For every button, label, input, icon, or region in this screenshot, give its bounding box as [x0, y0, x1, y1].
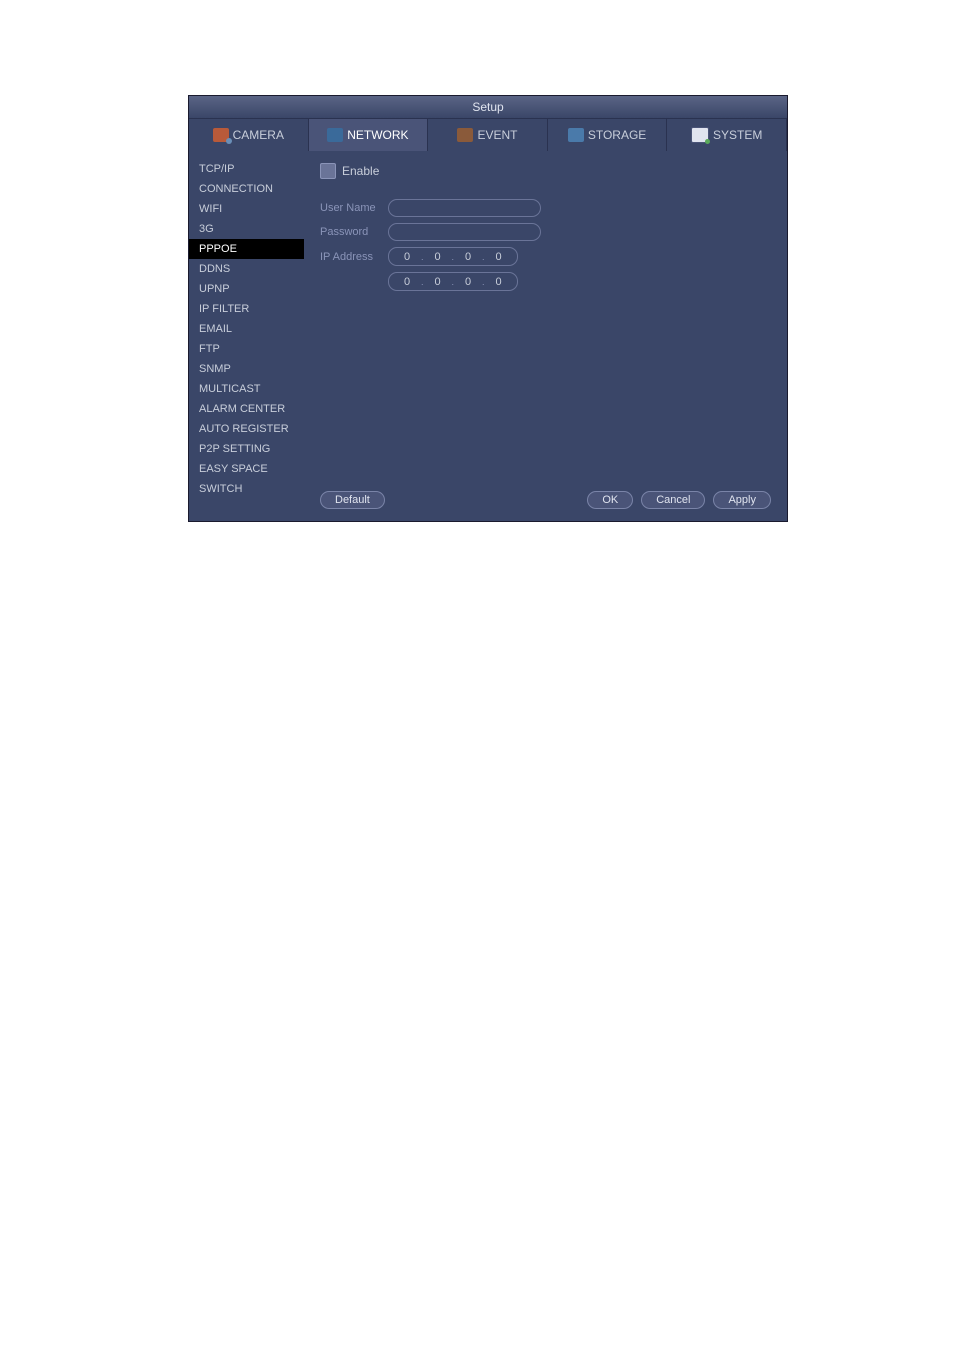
sidebar-item-wifi[interactable]: WIFI: [189, 199, 304, 219]
network-icon: [327, 128, 343, 142]
password-input[interactable]: [388, 223, 541, 241]
username-row: User Name: [320, 199, 771, 217]
sidebar-item-ftp[interactable]: FTP: [189, 339, 304, 359]
ip1-octet4[interactable]: 0: [487, 251, 511, 263]
window-title: Setup: [189, 96, 787, 119]
ip-dot: .: [421, 277, 424, 287]
button-group-right: OK Cancel Apply: [587, 491, 771, 509]
sidebar-item-alarmcenter[interactable]: ALARM CENTER: [189, 399, 304, 419]
password-row: Password: [320, 223, 771, 241]
sidebar-item-pppoe[interactable]: PPPOE: [189, 239, 304, 259]
sidebar-item-p2p[interactable]: P2P SETTING: [189, 439, 304, 459]
sidebar-item-multicast[interactable]: MULTICAST: [189, 379, 304, 399]
tab-camera[interactable]: CAMERA: [189, 119, 309, 151]
ip-dot: .: [452, 277, 455, 287]
system-icon: [691, 127, 709, 143]
sidebar-item-easyspace[interactable]: EASY SPACE: [189, 459, 304, 479]
password-label: Password: [320, 226, 382, 238]
ipaddress-label: IP Address: [320, 251, 382, 263]
sidebar-item-ddns[interactable]: DDNS: [189, 259, 304, 279]
ip1-octet2[interactable]: 0: [426, 251, 450, 263]
tab-event[interactable]: EVENT: [428, 119, 548, 151]
tab-storage[interactable]: STORAGE: [548, 119, 668, 151]
ip-dot: .: [482, 277, 485, 287]
camera-icon: [213, 128, 229, 142]
enable-row: Enable: [320, 163, 771, 179]
ipaddress-input-1[interactable]: 0 . 0 . 0 . 0: [388, 247, 518, 266]
content-area: TCP/IP CONNECTION WIFI 3G PPPOE DDNS UPN…: [189, 151, 787, 521]
sidebar-item-tcpip[interactable]: TCP/IP: [189, 159, 304, 179]
enable-checkbox[interactable]: [320, 163, 336, 179]
username-input[interactable]: [388, 199, 541, 217]
ipaddress-row: IP Address 0 . 0 . 0 . 0: [320, 247, 771, 266]
username-label: User Name: [320, 202, 382, 214]
button-row: Default OK Cancel Apply: [320, 479, 771, 509]
event-icon: [457, 128, 473, 142]
sidebar-item-upnp[interactable]: UPNP: [189, 279, 304, 299]
sidebar-item-switch[interactable]: SWITCH: [189, 479, 304, 499]
ipaddress-input-2[interactable]: 0 . 0 . 0 . 0: [388, 272, 518, 291]
form-fields: User Name Password IP Address 0 . 0 . 0: [320, 199, 771, 291]
ip2-octet3[interactable]: 0: [456, 276, 480, 288]
ip2-octet4[interactable]: 0: [487, 276, 511, 288]
ok-button[interactable]: OK: [587, 491, 633, 509]
sidebar-item-snmp[interactable]: SNMP: [189, 359, 304, 379]
default-button[interactable]: Default: [320, 491, 385, 509]
sidebar-item-3g[interactable]: 3G: [189, 219, 304, 239]
setup-window: Setup CAMERA NETWORK EVENT STORAGE SYSTE…: [188, 95, 788, 522]
cancel-button[interactable]: Cancel: [641, 491, 705, 509]
ip1-octet3[interactable]: 0: [456, 251, 480, 263]
apply-button[interactable]: Apply: [713, 491, 771, 509]
sidebar-item-autoregister[interactable]: AUTO REGISTER: [189, 419, 304, 439]
sidebar: TCP/IP CONNECTION WIFI 3G PPPOE DDNS UPN…: [189, 151, 304, 521]
ip1-octet1[interactable]: 0: [395, 251, 419, 263]
tab-event-label: EVENT: [477, 128, 517, 142]
sidebar-item-connection[interactable]: CONNECTION: [189, 179, 304, 199]
main-tabs: CAMERA NETWORK EVENT STORAGE SYSTEM: [189, 119, 787, 151]
tab-storage-label: STORAGE: [588, 128, 646, 142]
ip2-octet1[interactable]: 0: [395, 276, 419, 288]
main-panel: Enable User Name Password IP Address 0 .: [304, 151, 787, 521]
tab-system-label: SYSTEM: [713, 128, 762, 142]
tab-network-label: NETWORK: [347, 128, 408, 142]
ip2-octet2[interactable]: 0: [426, 276, 450, 288]
storage-icon: [568, 128, 584, 142]
sidebar-item-email[interactable]: EMAIL: [189, 319, 304, 339]
tab-camera-label: CAMERA: [233, 128, 284, 142]
enable-label: Enable: [342, 164, 379, 178]
ip-dot: .: [452, 252, 455, 262]
ip-dot: .: [421, 252, 424, 262]
ip-dot: .: [482, 252, 485, 262]
sidebar-item-ipfilter[interactable]: IP FILTER: [189, 299, 304, 319]
tab-network[interactable]: NETWORK: [309, 119, 429, 151]
tab-system[interactable]: SYSTEM: [667, 119, 787, 151]
